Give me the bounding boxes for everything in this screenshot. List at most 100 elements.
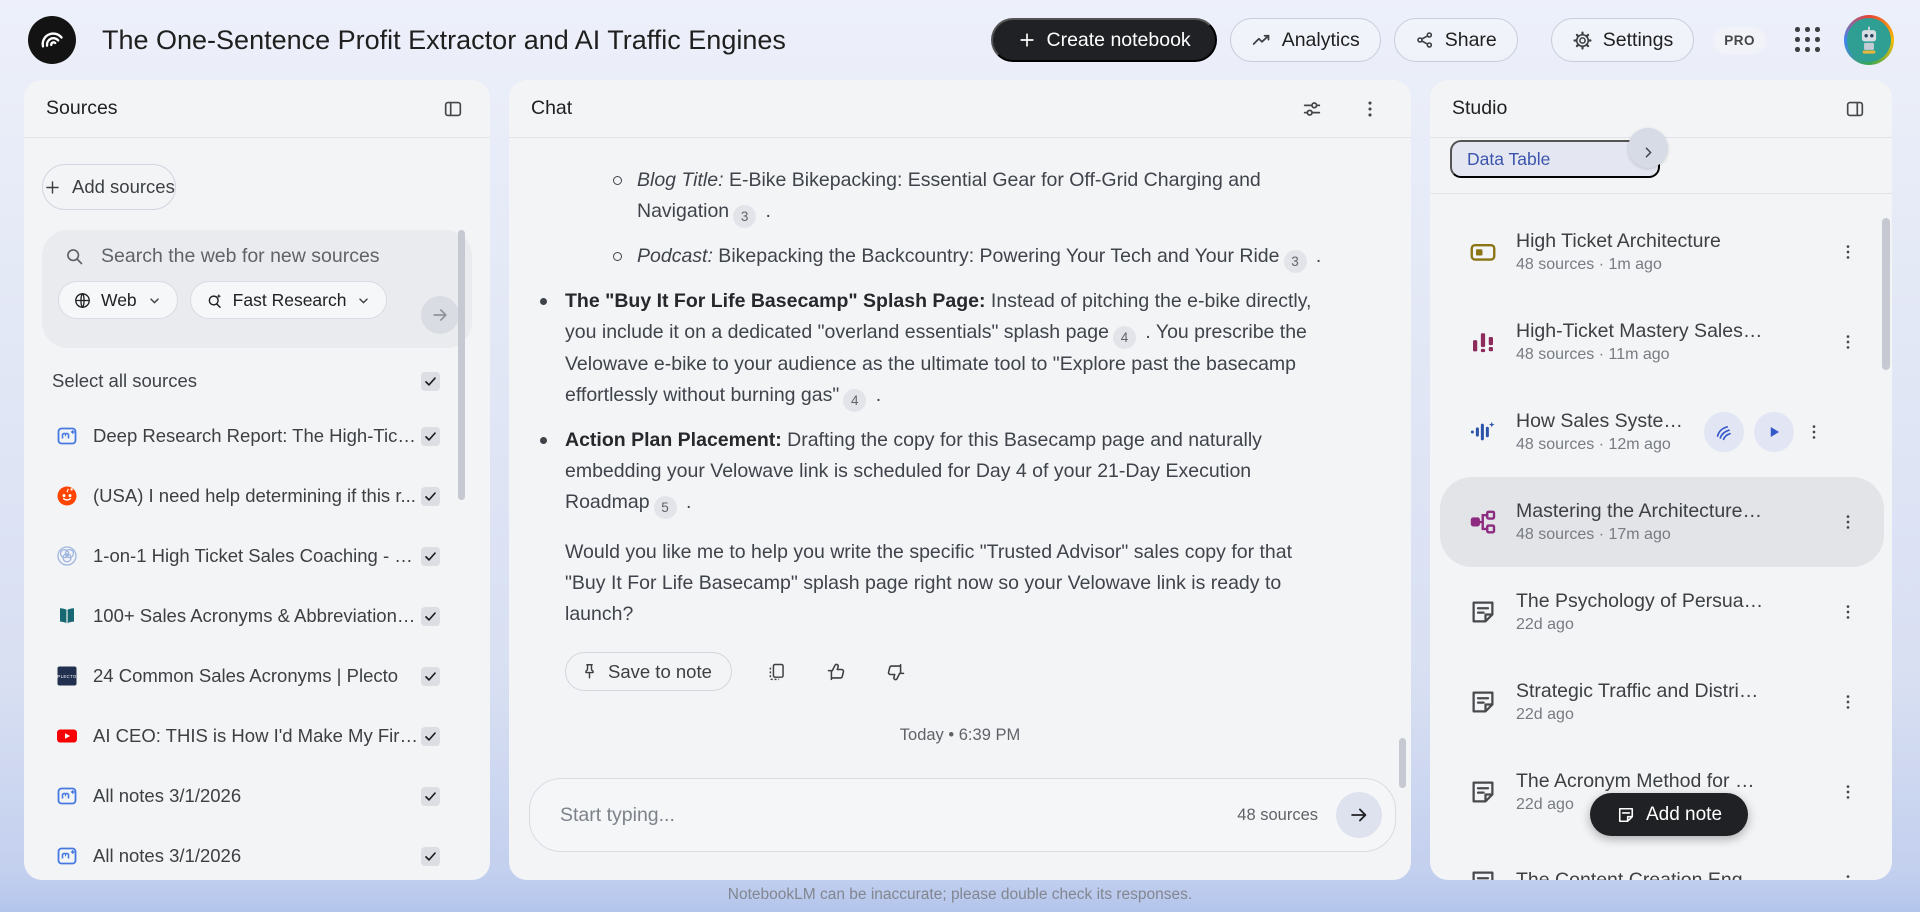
item-more-kebab-icon[interactable] (1834, 328, 1862, 356)
source-row[interactable]: All notes 3/1/2026 (24, 766, 490, 826)
source-row[interactable]: (USA) I need help determining if this r.… (24, 466, 490, 526)
search-placeholder: Search the web for new sources (101, 245, 380, 267)
source-checkbox[interactable] (421, 546, 440, 566)
chat-more-kebab-icon[interactable] (1355, 94, 1385, 124)
thumbs-up-icon[interactable] (821, 657, 851, 687)
audio-waveform-icon (1466, 415, 1500, 449)
message-actions: Save to note (565, 652, 1411, 691)
note-icon (1466, 595, 1500, 629)
notebook-title[interactable]: The One-Sentence Profit Extractor and AI… (102, 25, 786, 56)
share-button[interactable]: Share (1393, 18, 1518, 62)
avatar-robot-image (1847, 18, 1891, 62)
venn-favicon (54, 543, 80, 569)
item-more-kebab-icon[interactable] (1834, 238, 1862, 266)
source-checkbox[interactable] (421, 666, 440, 686)
chat-composer: 48 sources (529, 778, 1396, 852)
citation-chip[interactable]: 4 (843, 389, 867, 412)
notebook-note-icon (54, 783, 80, 809)
chat-settings-sliders-icon[interactable] (1297, 94, 1327, 124)
note-icon (1466, 685, 1500, 719)
studio-item-row[interactable]: High-Ticket Mastery Sales Blueprint48 so… (1430, 297, 1892, 387)
citation-chip[interactable]: 5 (653, 496, 677, 519)
source-row[interactable]: 1-on-1 High Ticket Sales Coaching - K... (24, 526, 490, 586)
select-all-label: Select all sources (52, 370, 197, 391)
settings-button[interactable]: Settings (1550, 18, 1695, 62)
source-row[interactable]: PLECTO 24 Common Sales Acronyms | Plecto (24, 646, 490, 706)
item-more-kebab-icon[interactable] (1800, 418, 1828, 446)
notebooklm-logo-icon[interactable] (28, 16, 76, 64)
source-row[interactable]: Deep Research Report: The High-Tick... (24, 406, 490, 466)
source-row[interactable]: 100+ Sales Acronyms & Abbreviations... (24, 586, 490, 646)
sources-scrollbar[interactable] (458, 230, 465, 500)
select-all-checkbox[interactable] (421, 371, 440, 391)
note-icon (1466, 865, 1500, 880)
svg-text:PLECTO: PLECTO (57, 674, 77, 679)
studio-item-row[interactable]: How Sales Systems Map...48 sources · 12m… (1430, 387, 1892, 477)
expand-studio-panel-icon[interactable] (1840, 94, 1870, 124)
chip-scroll-right-button[interactable] (1628, 128, 1668, 168)
plecto-favicon: PLECTO (54, 663, 80, 689)
web-filter-dropdown[interactable]: Web (58, 281, 178, 319)
share-icon (1415, 30, 1435, 50)
save-to-note-button[interactable]: Save to note (565, 652, 732, 691)
research-mode-dropdown[interactable]: Fast Research (189, 281, 388, 319)
add-sources-button[interactable]: Add sources (42, 164, 176, 210)
source-checkbox[interactable] (421, 426, 440, 446)
note-icon (1616, 805, 1636, 825)
google-apps-grid-icon[interactable] (1795, 27, 1821, 53)
plus-icon (43, 178, 62, 197)
create-notebook-button[interactable]: Create notebook (990, 18, 1217, 62)
chat-scrollbar[interactable] (1399, 738, 1406, 788)
source-checkbox[interactable] (421, 726, 440, 746)
trending-up-icon (1251, 30, 1272, 51)
top-bar: The One-Sentence Profit Extractor and AI… (0, 0, 1920, 80)
collapse-sources-panel-icon[interactable] (438, 94, 468, 124)
note-icon (1466, 775, 1500, 809)
play-audio-button[interactable] (1754, 412, 1794, 452)
web-search-box: Search the web for new sources Web Fast … (42, 230, 472, 348)
studio-item-row-selected[interactable]: Mastering the Architecture of High...48 … (1440, 477, 1884, 567)
chevron-down-icon (146, 292, 163, 309)
source-row[interactable]: All notes 3/1/2026 (24, 826, 490, 880)
item-more-kebab-icon[interactable] (1834, 868, 1862, 880)
chat-header: Chat (509, 80, 1411, 138)
closing-question: Would you like me to help you write the … (565, 541, 1293, 625)
list-item: The "Buy It For Life Basecamp" Splash Pa… (540, 286, 1335, 412)
analytics-button[interactable]: Analytics (1229, 18, 1381, 62)
select-all-sources-row: Select all sources (52, 370, 440, 392)
send-message-arrow-button[interactable] (1336, 792, 1382, 838)
studio-item-row[interactable]: Strategic Traffic and Distribution...22d… (1430, 657, 1892, 747)
source-row[interactable]: AI CEO: THIS is How I'd Make My First ..… (24, 706, 490, 766)
citation-chip[interactable]: 4 (1112, 326, 1136, 349)
add-note-button[interactable]: Add note (1590, 793, 1748, 836)
item-more-kebab-icon[interactable] (1834, 598, 1862, 626)
search-input-row[interactable]: Search the web for new sources (58, 245, 456, 268)
citation-chip[interactable]: 3 (733, 205, 757, 228)
bar-chart-icon (1466, 325, 1500, 359)
studio-header: Studio (1430, 80, 1892, 138)
avatar[interactable] (1844, 15, 1894, 65)
studio-item-row[interactable]: The Content Creation Engine: Wee... (1430, 837, 1892, 880)
thumbs-down-icon[interactable] (881, 657, 911, 687)
search-submit-arrow-button[interactable] (421, 296, 459, 334)
studio-scrollbar[interactable] (1882, 218, 1890, 370)
copy-icon[interactable] (762, 657, 791, 686)
globe-icon (73, 291, 92, 310)
citation-chip[interactable]: 3 (1283, 250, 1307, 273)
plus-icon (1017, 30, 1037, 50)
source-checkbox[interactable] (421, 606, 440, 626)
book-favicon (54, 603, 80, 629)
item-more-kebab-icon[interactable] (1834, 688, 1862, 716)
chat-title: Chat (531, 97, 573, 119)
studio-title: Studio (1452, 97, 1508, 119)
source-checkbox[interactable] (421, 846, 440, 866)
source-checkbox[interactable] (421, 486, 440, 506)
source-checkbox[interactable] (421, 786, 440, 806)
item-more-kebab-icon[interactable] (1834, 508, 1862, 536)
studio-item-row[interactable]: The Psychology of Persuasion: Hig...22d … (1430, 567, 1892, 657)
item-more-kebab-icon[interactable] (1834, 778, 1862, 806)
top-actions: Create notebook Analytics Share Settings… (990, 15, 1894, 65)
chat-input[interactable] (560, 803, 1226, 827)
interactive-mode-button[interactable] (1704, 412, 1744, 452)
studio-item-row[interactable]: High Ticket Architecture 48 sources · 1m … (1430, 207, 1892, 297)
